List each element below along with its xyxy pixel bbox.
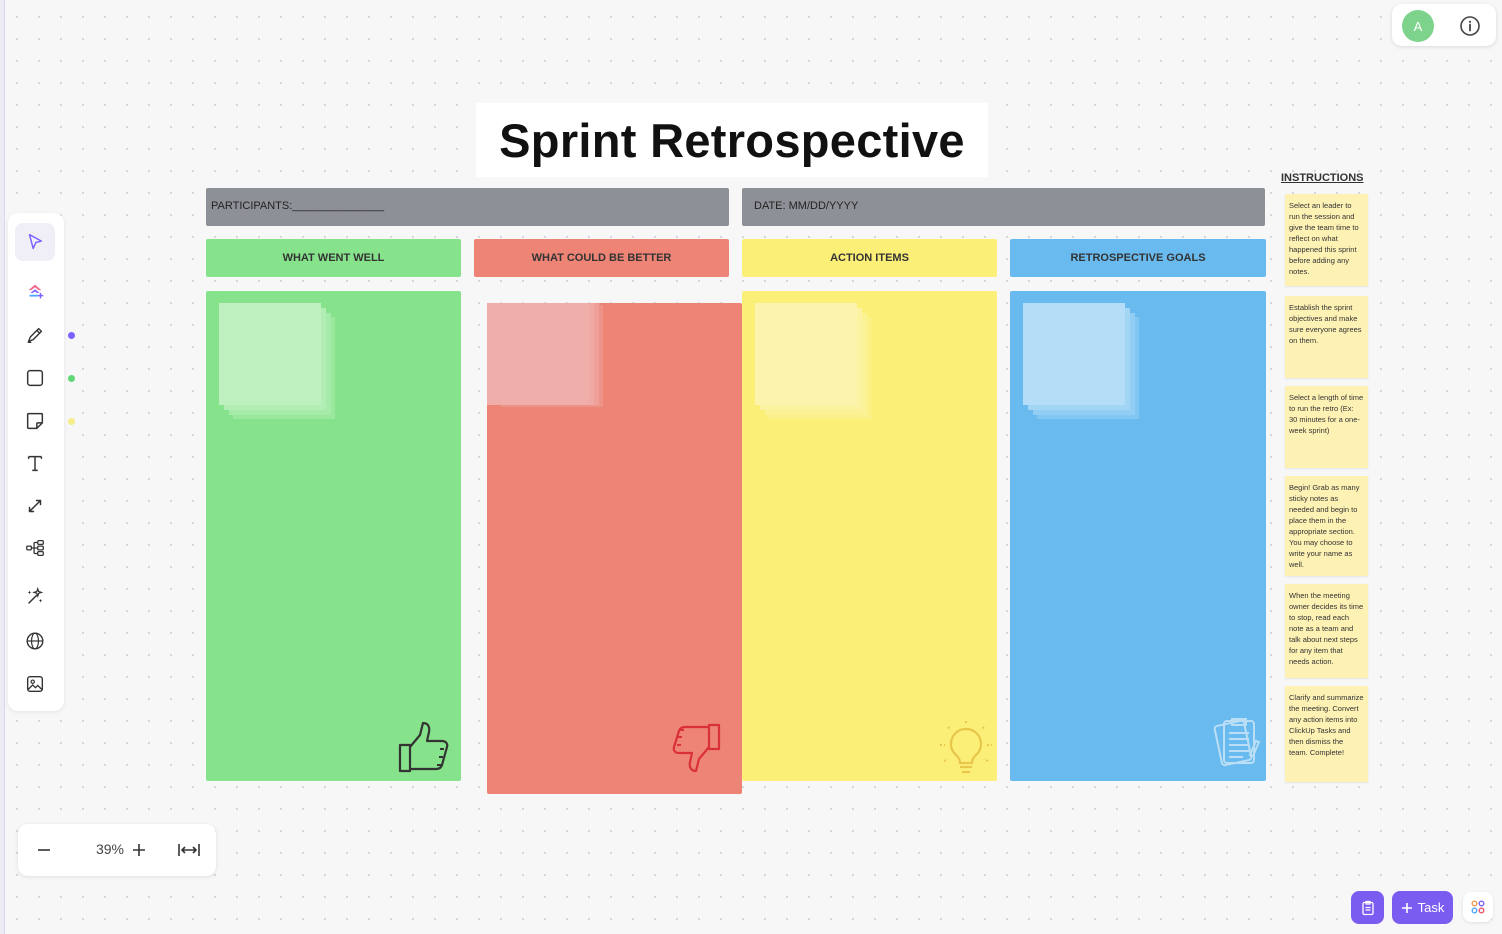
instruction-note[interactable]: Select a length of time to run the retro… (1285, 386, 1368, 468)
plus-icon (133, 844, 145, 856)
instruction-note[interactable]: Establish the sprint objectives and make… (1285, 296, 1368, 378)
sticky-note-stack[interactable] (1023, 303, 1139, 419)
instruction-note[interactable]: When the meeting owner decides its time … (1285, 584, 1368, 678)
text-tool-button[interactable] (15, 444, 55, 482)
pen-icon (27, 327, 43, 344)
image-tool-button[interactable] (15, 665, 55, 703)
fit-width-icon (178, 844, 200, 856)
sticky-note-stack[interactable] (487, 303, 603, 407)
magic-tool-button[interactable] (15, 578, 55, 616)
left-edge (0, 0, 5, 934)
mind-map-tool-button[interactable] (15, 529, 55, 567)
header-action-items[interactable]: ACTION ITEMS (742, 239, 997, 277)
instruction-note[interactable]: Begin! Grab as many sticky notes as need… (1285, 476, 1368, 576)
text-icon (27, 455, 43, 472)
connector-tool-button[interactable] (15, 487, 55, 525)
ai-brain-icon (28, 284, 44, 299)
pen-color-dot (68, 332, 75, 339)
mind-map-icon (26, 540, 44, 556)
board-title-card[interactable]: Sprint Retrospective (476, 103, 988, 177)
zoom-controls: 39% (18, 824, 216, 876)
sticky-note-stack[interactable] (219, 303, 335, 419)
participants-bar[interactable]: PARTICIPANTS:_______________ (206, 188, 729, 226)
instructions-title: INSTRUCTIONS (1281, 172, 1364, 184)
whiteboard-toolbar (8, 213, 75, 711)
board-title: Sprint Retrospective (499, 113, 965, 167)
user-avatar[interactable]: A (1402, 10, 1434, 42)
magic-wand-icon (27, 586, 44, 604)
header-retrospective-goals[interactable]: RETROSPECTIVE GOALS (1010, 239, 1266, 277)
date-label: DATE: MM/DD/YYYY (754, 200, 859, 212)
globe-icon (26, 632, 44, 650)
add-task-button[interactable]: Task (1392, 891, 1453, 924)
column-action-items[interactable] (742, 291, 997, 781)
instruction-note[interactable]: Clarify and summarize the meeting. Conve… (1285, 686, 1368, 782)
shape-color-dot (68, 375, 75, 382)
ai-brain-tool-button[interactable] (15, 273, 55, 311)
apps-button[interactable] (1463, 892, 1493, 922)
column-what-went-well[interactable] (206, 291, 461, 781)
thumbs-up-icon (398, 721, 449, 773)
zoom-out-button[interactable] (31, 837, 57, 863)
image-icon (26, 675, 44, 693)
pen-tool-button[interactable] (15, 316, 75, 354)
sticky-note-icon (26, 412, 44, 430)
cursor-icon (28, 233, 43, 250)
info-icon[interactable] (1458, 14, 1482, 38)
light-bulb-icon (940, 721, 992, 774)
column-what-could-be-better[interactable] (487, 303, 742, 794)
sticky-note-tool-button[interactable] (15, 402, 75, 440)
column-retrospective-goals[interactable] (1010, 291, 1266, 781)
header-what-went-well[interactable]: WHAT WENT WELL (206, 239, 461, 277)
sticky-color-dot (68, 418, 75, 425)
apps-grid-icon (1471, 900, 1485, 914)
web-embed-tool-button[interactable] (15, 622, 55, 660)
zoom-in-button[interactable] (126, 837, 152, 863)
select-tool-button[interactable] (15, 223, 55, 261)
clipboard-icon (1213, 718, 1261, 767)
top-right-panel: A (1392, 4, 1496, 46)
sticky-note-stack[interactable] (755, 303, 871, 419)
header-what-could-be-better[interactable]: WHAT COULD BE BETTER (474, 239, 729, 277)
plus-icon (1401, 902, 1412, 913)
task-label: Task (1417, 900, 1445, 915)
fit-to-screen-button[interactable] (176, 837, 202, 863)
square-icon (26, 369, 44, 387)
participants-label: PARTICIPANTS:_______________ (211, 200, 385, 212)
thumbs-down-icon (672, 723, 721, 773)
docs-button[interactable] (1351, 891, 1384, 924)
minus-icon (38, 849, 50, 851)
instruction-note[interactable]: Select an leader to run the session and … (1285, 194, 1368, 286)
clipboard-doc-icon (1361, 900, 1374, 915)
date-bar[interactable]: DATE: MM/DD/YYYY (742, 188, 1265, 226)
connector-icon (28, 499, 42, 513)
shape-tool-button[interactable] (15, 359, 75, 397)
